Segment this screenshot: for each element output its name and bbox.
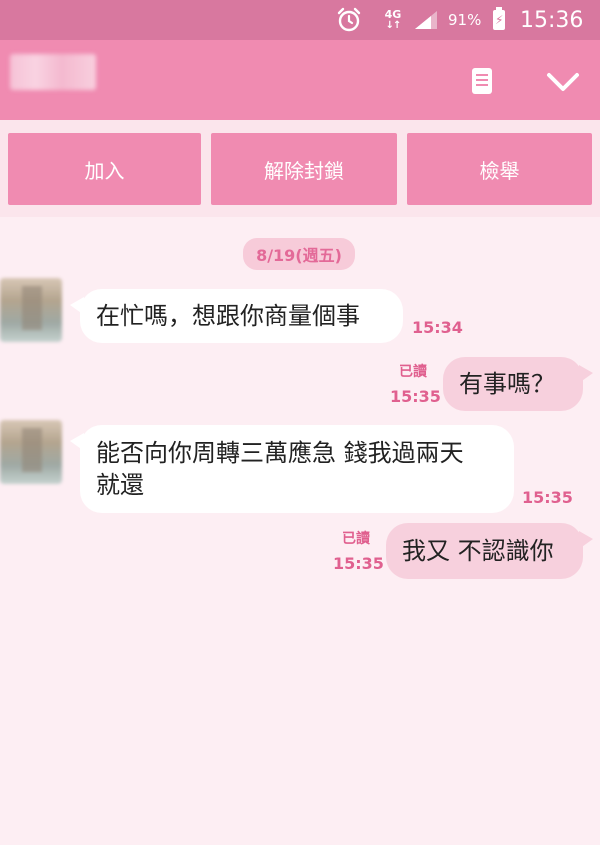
signal-icon [413,0,439,40]
message-text-line: 能否向你周轉三萬應急 錢我過兩天 [96,439,464,467]
unblock-button[interactable]: 解除封鎖 [211,133,397,205]
message-bubble-incoming: 在忙嗎，想跟你商量個事 [70,289,403,343]
message-text: 在忙嗎，想跟你商量個事 [96,302,360,330]
alarm-icon [334,0,364,40]
message-bubble-outgoing: 我又 不認識你 [386,523,593,579]
read-receipt: 已讀 [399,364,427,380]
message-bubble-outgoing: 有事嗎？ [443,357,593,411]
message-time: 15:35 [390,387,441,406]
message-time: 15:34 [412,318,463,337]
network-type: 4G [384,8,402,21]
contact-name[interactable] [10,54,96,90]
data-arrows-icon: ↓↑ [385,20,402,31]
add-button[interactable]: 加入 [8,133,201,205]
battery-charging-icon: ⚡ [491,0,507,40]
network-indicator: 4G ↓↑ [378,0,408,40]
date-separator: 8/19(週五) [243,238,355,270]
report-button[interactable]: 檢舉 [407,133,592,205]
message-text: 有事嗎？ [459,370,555,398]
status-bar: 4G ↓↑ 91% ⚡ 15:36 [0,0,600,40]
avatar[interactable] [0,420,62,484]
message-bubble-incoming: 能否向你周轉三萬應急 錢我過兩天 就還 [70,425,514,513]
read-receipt: 已讀 [342,531,370,547]
message-text-line: 就還 [96,471,144,499]
chat-header [0,40,600,120]
action-bar: 加入 解除封鎖 檢舉 [0,120,600,217]
message-text: 我又 不認識你 [402,537,554,565]
message-time: 15:35 [333,554,384,573]
chevron-down-icon[interactable] [544,62,582,100]
battery-percent: 91% [448,11,482,29]
message-time: 15:35 [522,488,573,507]
clock: 15:36 [520,7,584,33]
avatar[interactable] [0,278,62,342]
note-icon[interactable] [468,66,496,96]
